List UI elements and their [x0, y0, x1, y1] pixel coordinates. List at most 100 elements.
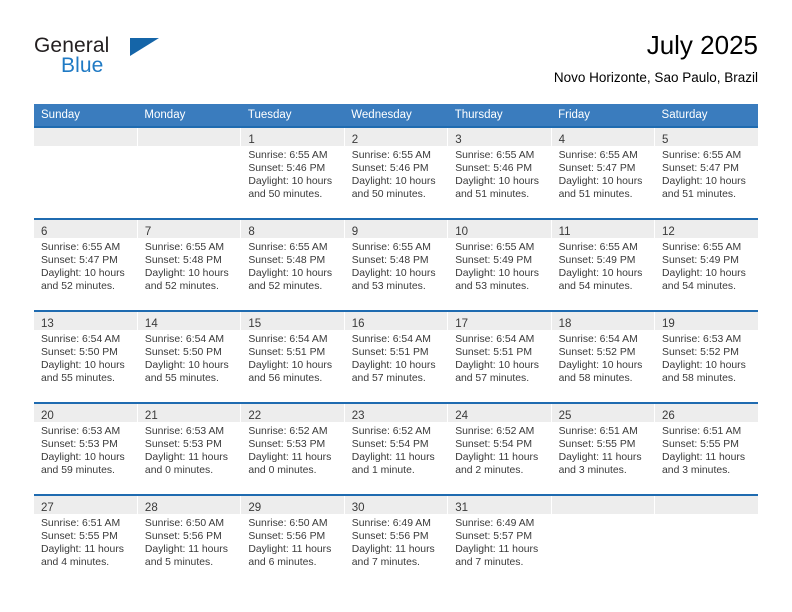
calendar-header-row: Sunday Monday Tuesday Wednesday Thursday Frid… [34, 104, 758, 127]
sunrise-text: Sunrise: 6:50 AM [248, 518, 328, 529]
day-number-band: 22 [241, 404, 344, 422]
calendar-day-cell[interactable]: 22 Sunrise: 6:52 AM Sunset: 5:53 PM Dayligh… [240, 402, 345, 495]
day-cell-inner: 6 Sunrise: 6:55 AM Sunset: 5:47 PM Daylight… [34, 220, 137, 310]
day-cell-inner: 20 Sunrise: 6:53 AM Sunset: 5:53 PM Dayligh… [34, 404, 137, 494]
daylight-text-line2: and 56 minutes. [248, 373, 323, 385]
day-details: Sunrise: 6:54 AM Sunset: 5:51 PM Daylight:… [345, 330, 447, 385]
day-number-band [551, 496, 655, 514]
calendar-day-cell[interactable]: 19 Sunrise: 6:53 AM Sunset: 5:52 PM Dayligh… [654, 310, 758, 403]
day-number-band: 10 [448, 220, 551, 238]
calendar-day-cell[interactable]: 28 Sunrise: 6:50 AM Sunset: 5:56 PM Dayligh… [136, 494, 241, 586]
day-cell-inner: 5 Sunrise: 6:55 AM Sunset: 5:47 PM Daylight… [655, 128, 758, 218]
calendar-day-cell[interactable]: 7 Sunrise: 6:55 AM Sunset: 5:48 PM Daylight… [136, 218, 241, 311]
calendar-day-cell[interactable]: 21 Sunrise: 6:53 AM Sunset: 5:53 PM Dayligh… [136, 402, 241, 495]
day-cell-inner: 14 Sunrise: 6:54 AM Sunset: 5:50 PM Dayligh… [137, 312, 241, 402]
day-number-band: 26 [655, 404, 758, 422]
calendar-day-cell[interactable]: 6 Sunrise: 6:55 AM Sunset: 5:47 PM Daylight… [34, 218, 138, 311]
calendar-day-cell[interactable]: 10 Sunrise: 6:55 AM Sunset: 5:49 PM Dayligh… [447, 218, 552, 311]
day-details: Sunrise: 6:55 AM Sunset: 5:47 PM Daylight:… [552, 146, 654, 201]
daylight-text-line1: Daylight: 10 hours [351, 360, 436, 372]
day-cell-inner: 26 Sunrise: 6:51 AM Sunset: 5:55 PM Dayligh… [655, 404, 758, 494]
calendar-day-cell[interactable]: 17 Sunrise: 6:54 AM Sunset: 5:51 PM Dayligh… [447, 310, 552, 403]
sunset-text: Sunset: 5:50 PM [144, 347, 222, 359]
sunrise-text: Sunrise: 6:52 AM [248, 426, 328, 437]
day-number: 19 [662, 318, 675, 330]
calendar-day-cell[interactable]: 31 Sunrise: 6:49 AM Sunset: 5:57 PM Dayligh… [447, 494, 552, 586]
calendar-day-cell[interactable]: 11 Sunrise: 6:55 AM Sunset: 5:49 PM Dayligh… [550, 218, 655, 311]
calendar-day-cell[interactable]: 30 Sunrise: 6:49 AM Sunset: 5:56 PM Dayligh… [343, 494, 448, 586]
sunrise-text: Sunrise: 6:49 AM [351, 518, 431, 529]
daylight-text-line1: Daylight: 11 hours [455, 452, 539, 464]
daylight-text-line1: Daylight: 10 hours [455, 360, 539, 372]
day-number-band: 25 [551, 404, 655, 422]
sunrise-text: Sunrise: 6:51 AM [662, 426, 742, 437]
day-cell-inner: 30 Sunrise: 6:49 AM Sunset: 5:56 PM Dayligh… [344, 496, 448, 586]
sunrise-text: Sunrise: 6:55 AM [248, 150, 328, 161]
calendar-day-cell[interactable]: 26 Sunrise: 6:51 AM Sunset: 5:55 PM Dayligh… [654, 402, 758, 495]
day-details: Sunrise: 6:55 AM Sunset: 5:48 PM Daylight:… [345, 238, 447, 293]
calendar-day-cell[interactable]: 29 Sunrise: 6:50 AM Sunset: 5:56 PM Dayligh… [240, 494, 345, 586]
calendar-day-cell[interactable]: 5 Sunrise: 6:55 AM Sunset: 5:47 PM Daylight… [654, 126, 758, 219]
day-details: Sunrise: 6:55 AM Sunset: 5:49 PM Daylight:… [552, 238, 654, 293]
sunset-text: Sunset: 5:56 PM [351, 531, 429, 543]
calendar-day-cell[interactable]: 4 Sunrise: 6:55 AM Sunset: 5:47 PM Daylight… [550, 126, 655, 219]
daylight-text-line2: and 55 minutes. [144, 373, 219, 385]
general-blue-logo[interactable]: General Blue [34, 34, 164, 82]
sunrise-text: Sunrise: 6:54 AM [144, 334, 225, 345]
daylight-text-line2: and 50 minutes. [351, 189, 426, 201]
calendar-day-cell[interactable]: 1 Sunrise: 6:55 AM Sunset: 5:46 PM Daylight… [240, 126, 345, 219]
day-cell-inner: 29 Sunrise: 6:50 AM Sunset: 5:56 PM Dayligh… [241, 496, 344, 586]
sunset-text: Sunset: 5:53 PM [248, 439, 326, 451]
daylight-text-line1: Daylight: 11 hours [662, 452, 746, 464]
day-cell-inner: 22 Sunrise: 6:52 AM Sunset: 5:53 PM Dayligh… [241, 404, 344, 494]
daylight-text-line2: and 52 minutes. [144, 281, 219, 293]
day-details [552, 514, 654, 517]
calendar-day-cell[interactable]: 24 Sunrise: 6:52 AM Sunset: 5:54 PM Dayligh… [447, 402, 552, 495]
sunset-text: Sunset: 5:56 PM [248, 531, 326, 543]
calendar-day-cell[interactable]: 13 Sunrise: 6:54 AM Sunset: 5:50 PM Dayligh… [34, 310, 138, 403]
calendar-day-cell[interactable]: 27 Sunrise: 6:51 AM Sunset: 5:55 PM Dayligh… [34, 494, 138, 586]
day-cell-inner: 16 Sunrise: 6:54 AM Sunset: 5:51 PM Dayligh… [344, 312, 448, 402]
calendar-day-cell[interactable]: 20 Sunrise: 6:53 AM Sunset: 5:53 PM Dayligh… [34, 402, 138, 495]
calendar-day-cell[interactable]: 18 Sunrise: 6:54 AM Sunset: 5:52 PM Dayligh… [550, 310, 655, 403]
calendar-day-cell[interactable]: 8 Sunrise: 6:55 AM Sunset: 5:48 PM Daylight… [240, 218, 345, 311]
calendar-day-cell[interactable]: 14 Sunrise: 6:54 AM Sunset: 5:50 PM Dayligh… [136, 310, 241, 403]
calendar-day-cell[interactable]: 9 Sunrise: 6:55 AM Sunset: 5:48 PM Daylight… [343, 218, 448, 311]
calendar-day-cell[interactable]: 23 Sunrise: 6:52 AM Sunset: 5:54 PM Dayligh… [343, 402, 448, 495]
daylight-text-line2: and 51 minutes. [662, 189, 736, 201]
day-number: 6 [41, 226, 48, 238]
sunset-text: Sunset: 5:48 PM [248, 255, 326, 267]
weekday-header-saturday: Saturday [654, 104, 758, 127]
daylight-text-line1: Daylight: 10 hours [662, 176, 746, 188]
calendar-day-cell[interactable]: 2 Sunrise: 6:55 AM Sunset: 5:46 PM Daylight… [343, 126, 448, 219]
sunset-text: Sunset: 5:53 PM [144, 439, 222, 451]
day-number: 13 [41, 318, 54, 330]
day-details: Sunrise: 6:51 AM Sunset: 5:55 PM Daylight:… [655, 422, 758, 477]
daylight-text-line2: and 5 minutes. [144, 557, 214, 569]
calendar-day-cell[interactable]: 25 Sunrise: 6:51 AM Sunset: 5:55 PM Dayligh… [550, 402, 655, 495]
sunset-text: Sunset: 5:54 PM [455, 439, 533, 451]
calendar-day-cell[interactable]: 12 Sunrise: 6:55 AM Sunset: 5:49 PM Dayligh… [654, 218, 758, 311]
sunset-text: Sunset: 5:52 PM [558, 347, 636, 359]
day-cell-inner: 28 Sunrise: 6:50 AM Sunset: 5:56 PM Dayligh… [137, 496, 241, 586]
sunrise-text: Sunrise: 6:54 AM [558, 334, 638, 345]
day-cell-inner: 2 Sunrise: 6:55 AM Sunset: 5:46 PM Daylight… [344, 128, 448, 218]
day-number-band: 19 [655, 312, 758, 330]
day-number-band: 2 [344, 128, 448, 146]
day-cell-inner: 10 Sunrise: 6:55 AM Sunset: 5:49 PM Dayligh… [448, 220, 551, 310]
day-details: Sunrise: 6:55 AM Sunset: 5:48 PM Daylight:… [241, 238, 343, 293]
calendar-day-cell[interactable]: 15 Sunrise: 6:54 AM Sunset: 5:51 PM Dayligh… [240, 310, 345, 403]
calendar-day-cell[interactable]: 16 Sunrise: 6:54 AM Sunset: 5:51 PM Dayligh… [343, 310, 448, 403]
calendar-day-cell[interactable]: 3 Sunrise: 6:55 AM Sunset: 5:46 PM Daylight… [447, 126, 552, 219]
sunrise-text: Sunrise: 6:52 AM [351, 426, 431, 437]
page-title: July 2025 [646, 30, 758, 60]
daylight-text-line2: and 4 minutes. [41, 557, 110, 569]
sunset-text: Sunset: 5:47 PM [662, 163, 739, 175]
day-cell-inner: 31 Sunrise: 6:49 AM Sunset: 5:57 PM Dayligh… [448, 496, 551, 586]
day-cell-inner [137, 128, 241, 218]
day-details: Sunrise: 6:52 AM Sunset: 5:54 PM Daylight:… [448, 422, 550, 477]
day-number-band: 5 [655, 128, 758, 146]
daylight-text-line1: Daylight: 11 hours [248, 544, 332, 556]
sunrise-text: Sunrise: 6:54 AM [248, 334, 328, 345]
day-cell-inner: 7 Sunrise: 6:55 AM Sunset: 5:48 PM Daylight… [137, 220, 241, 310]
